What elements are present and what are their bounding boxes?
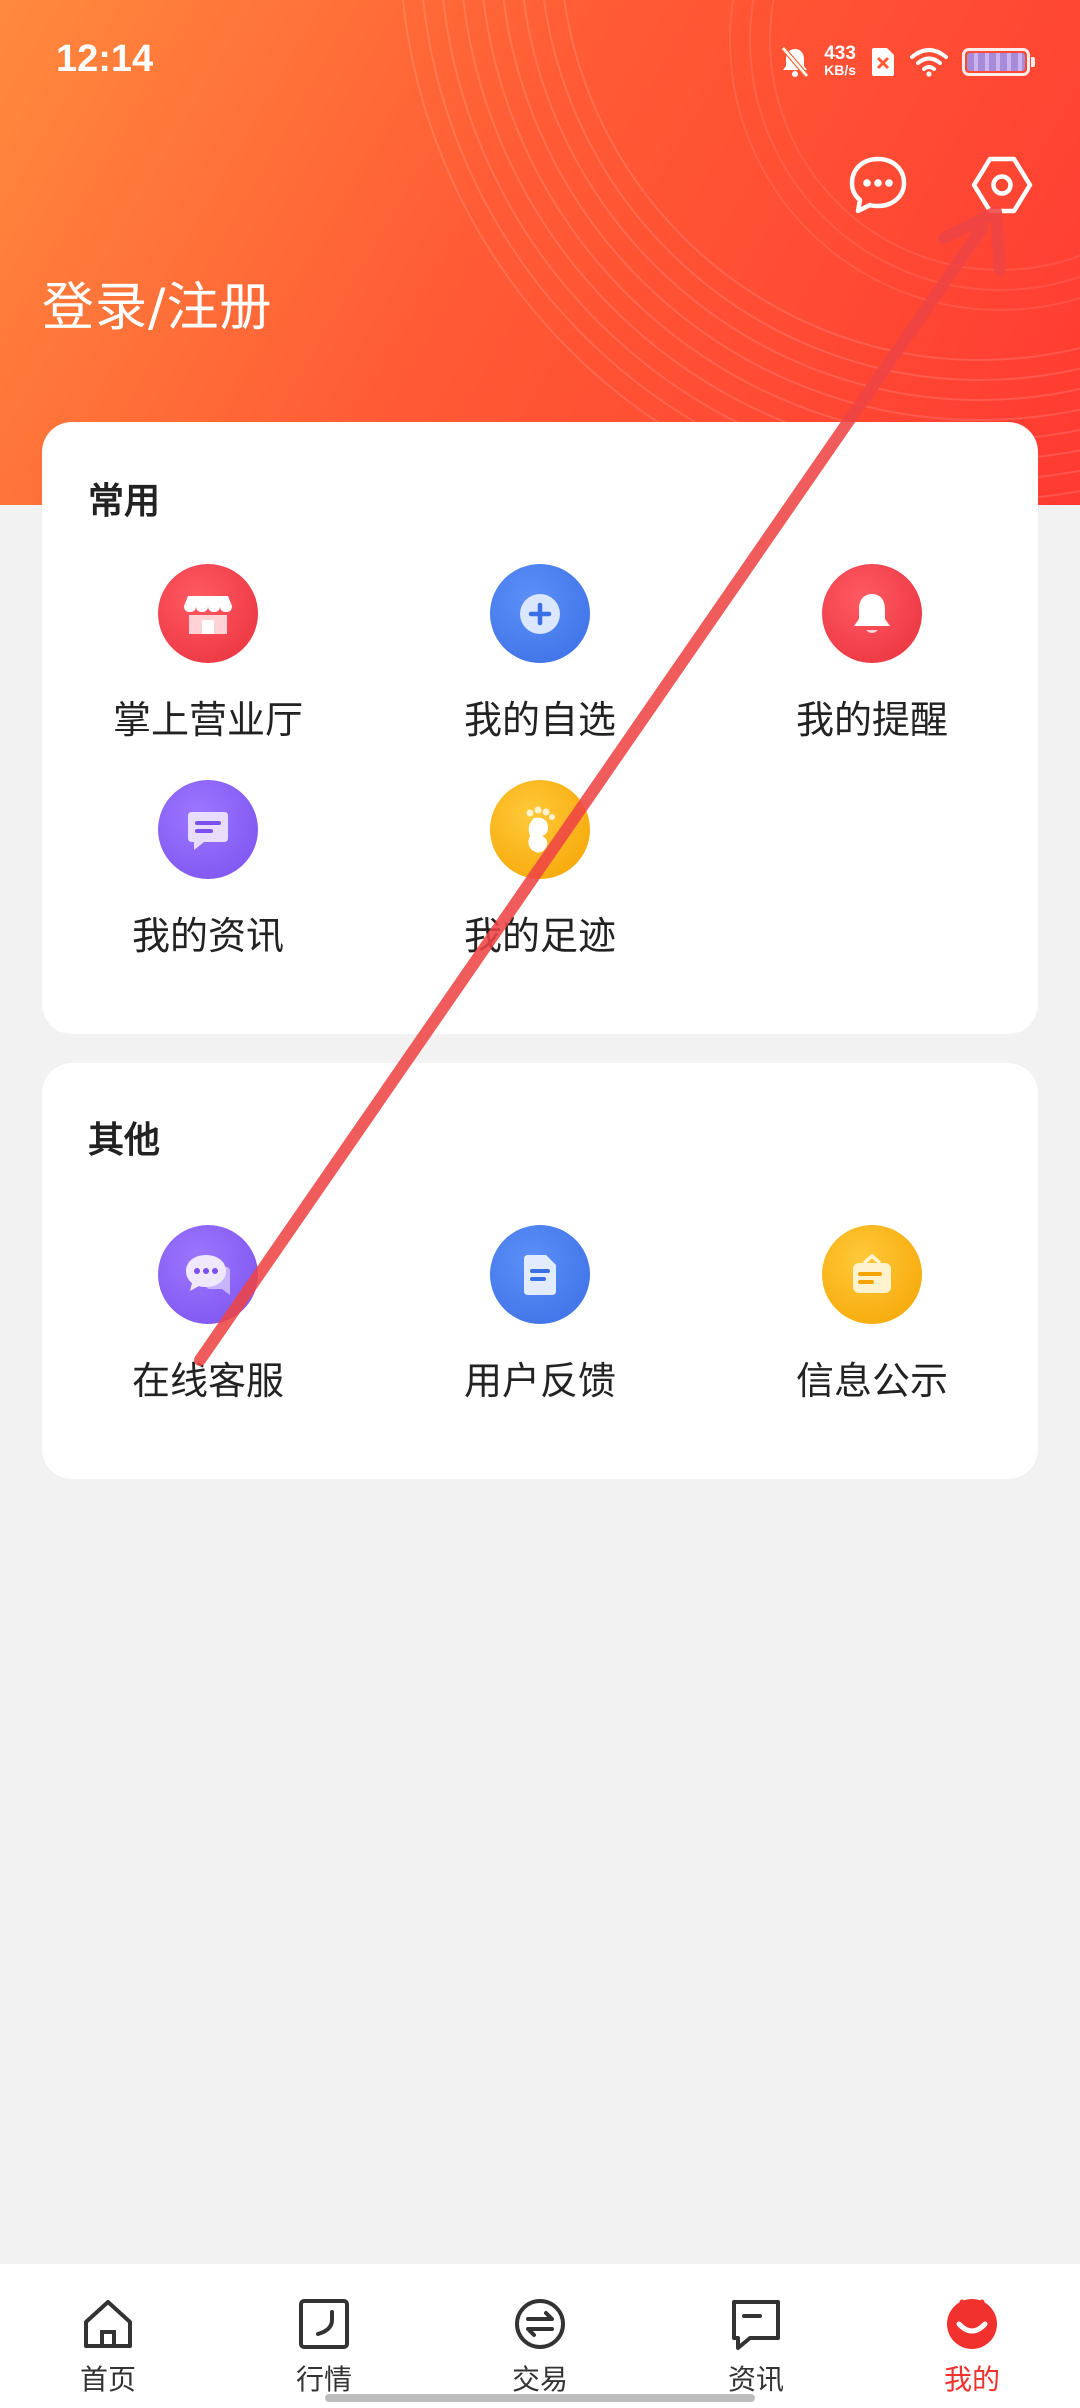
network-speed-value: 433 — [824, 43, 856, 64]
document-icon — [490, 1225, 590, 1324]
status-time: 12:14 — [56, 38, 154, 80]
entry-label: 用户反馈 — [463, 1359, 616, 1403]
market-chart-icon — [296, 2296, 352, 2352]
entry-online-service[interactable]: 在线客服 — [42, 1225, 374, 1405]
settings-hexagon-icon — [971, 156, 1033, 214]
home-icon — [80, 2296, 136, 2352]
news-icon — [728, 2296, 784, 2352]
entry-info-disclosure[interactable]: 信息公示 — [706, 1225, 1038, 1405]
footprint-icon — [490, 780, 590, 879]
nav-market[interactable]: 行情 — [216, 2264, 432, 2408]
entry-mobile-hall[interactable]: 掌上营业厅 — [42, 564, 374, 744]
status-bar: 12:14 433 KB/s — [0, 0, 1080, 125]
entry-label: 我的资讯 — [131, 914, 284, 958]
battery-icon — [962, 48, 1035, 76]
nav-mine[interactable]: 我的 — [864, 2264, 1080, 2408]
entry-my-alerts[interactable]: 我的提醒 — [706, 564, 1038, 744]
entry-my-watchlist[interactable]: 我的自选 — [374, 564, 706, 744]
nav-label: 首页 — [79, 2363, 136, 2396]
home-indicator[interactable] — [325, 2394, 755, 2402]
chat-bubble-icon — [849, 156, 907, 214]
wifi-icon — [910, 48, 948, 77]
entry-label: 我的提醒 — [795, 698, 948, 742]
entry-my-news[interactable]: 我的资讯 — [42, 780, 374, 960]
bottom-nav: 首页 行情 交易 资讯 我的 — [0, 2264, 1080, 2408]
network-speed: 433 KB/s — [824, 43, 856, 79]
entry-label: 在线客服 — [131, 1359, 284, 1403]
nav-home[interactable]: 首页 — [0, 2264, 216, 2408]
section-title-other: 其他 — [88, 1120, 161, 1161]
battery-level — [967, 53, 1025, 71]
bell-muted-icon — [781, 46, 809, 78]
settings-button[interactable] — [970, 153, 1034, 217]
entry-my-footprint[interactable]: 我的足迹 — [374, 780, 706, 960]
nav-trade[interactable]: 交易 — [432, 2264, 648, 2408]
section-title-common: 常用 — [88, 481, 161, 522]
message-card-icon — [158, 780, 258, 879]
nav-label: 资讯 — [727, 2363, 784, 2396]
bulletin-bag-icon — [822, 1225, 922, 1324]
other-section: 其他 在线客服 用户反馈 信息公示 — [42, 1063, 1038, 1479]
status-icons: 433 KB/s — [780, 40, 1035, 84]
network-speed-unit: KB/s — [824, 62, 856, 78]
entry-label: 掌上营业厅 — [112, 698, 303, 742]
store-icon — [158, 564, 258, 663]
entry-label: 我的自选 — [463, 698, 616, 742]
chat-service-icon — [158, 1225, 258, 1324]
nav-label: 行情 — [295, 2363, 352, 2396]
entry-label: 我的足迹 — [463, 914, 616, 958]
message-button[interactable] — [846, 153, 910, 217]
plus-circle-icon — [490, 564, 590, 663]
bell-icon — [822, 564, 922, 663]
common-section: 常用 掌上营业厅 我的自选 我的提醒 我的资讯 我的足迹 — [42, 422, 1038, 1034]
entry-user-feedback[interactable]: 用户反馈 — [374, 1225, 706, 1405]
sim-off-icon — [872, 48, 894, 76]
exchange-icon — [512, 2296, 568, 2352]
entry-label: 信息公示 — [795, 1359, 948, 1403]
nav-label: 交易 — [511, 2363, 568, 2396]
profile-face-icon — [944, 2296, 1000, 2352]
nav-news[interactable]: 资讯 — [648, 2264, 864, 2408]
login-register-link[interactable]: 登录/注册 — [42, 265, 273, 340]
nav-label: 我的 — [943, 2363, 1000, 2396]
